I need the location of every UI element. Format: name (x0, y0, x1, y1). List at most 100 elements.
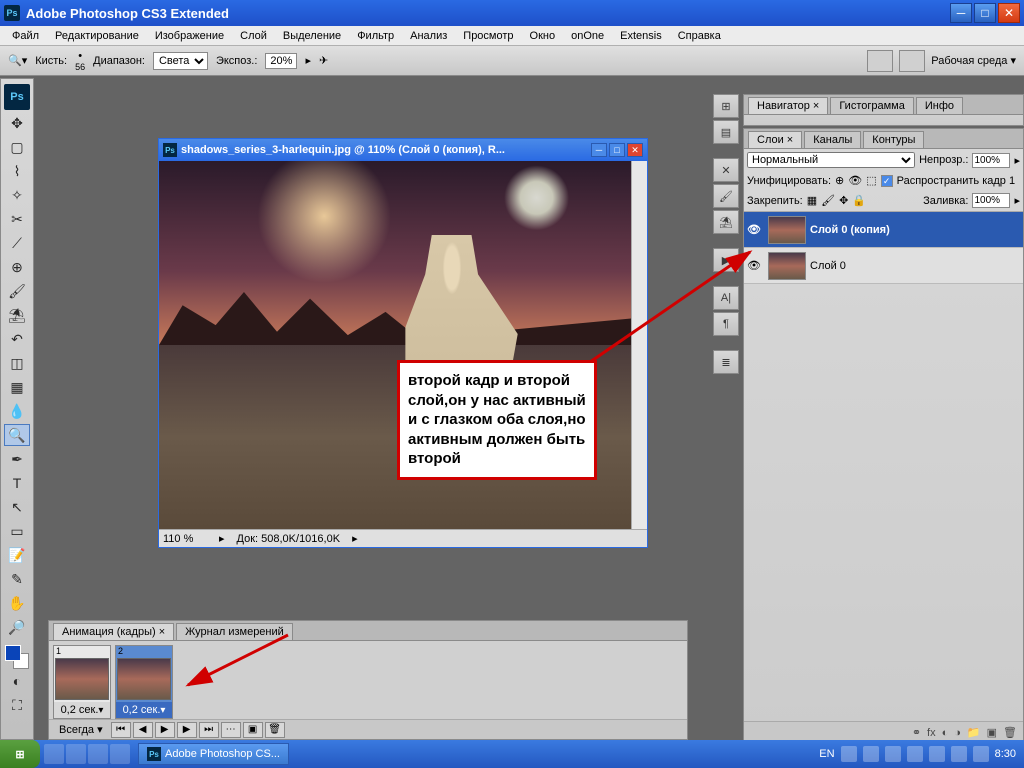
loop-select[interactable]: Всегда ▾ (53, 723, 109, 736)
fill-field[interactable] (972, 193, 1010, 208)
start-button[interactable]: ⊞ (0, 740, 40, 768)
hand-tool[interactable]: ✋ (4, 592, 30, 614)
menu-layer[interactable]: Слой (232, 28, 275, 44)
workspace-icon-button[interactable] (899, 50, 925, 72)
tween-button[interactable]: ⋯ (221, 722, 241, 738)
layer-name[interactable]: Слой 0 (810, 260, 846, 272)
delete-frame-button[interactable]: 🗑 (265, 722, 285, 738)
blend-mode-select[interactable]: Нормальный (747, 152, 915, 168)
unify-style-icon[interactable]: ⬚ (866, 174, 876, 187)
maximize-button[interactable]: □ (974, 3, 996, 23)
frame-delay[interactable]: 0,2 сек.▾ (116, 702, 172, 718)
lock-pixels-icon[interactable]: 🖌 (821, 194, 835, 207)
menu-image[interactable]: Изображение (147, 28, 232, 44)
opacity-field[interactable] (972, 153, 1010, 168)
lasso-tool[interactable]: ⌇ (4, 160, 30, 182)
menu-window[interactable]: Окно (522, 28, 564, 44)
lock-all-icon[interactable]: 🔒 (852, 194, 866, 207)
zoom-tool[interactable]: 🔎 (4, 616, 30, 638)
play-button[interactable]: ▶ (155, 722, 175, 738)
menu-help[interactable]: Справка (670, 28, 729, 44)
language-indicator[interactable]: EN (819, 748, 834, 760)
workspace-dropdown[interactable]: Рабочая среда ▾ (931, 54, 1016, 67)
doc-maximize-button[interactable]: □ (609, 143, 625, 157)
wand-tool[interactable]: ✧ (4, 184, 30, 206)
color-swatches[interactable] (5, 645, 29, 669)
last-frame-button[interactable]: ⏭ (199, 722, 219, 738)
next-frame-button[interactable]: ▶ (177, 722, 197, 738)
dock-clone-icon[interactable]: ⛱ (713, 210, 739, 234)
layer-row[interactable]: 👁 Слой 0 (744, 248, 1023, 284)
menu-file[interactable]: Файл (4, 28, 47, 44)
tab-info[interactable]: Инфо (916, 97, 963, 114)
filebrowser-button[interactable] (867, 50, 893, 72)
exposure-arrow-icon[interactable]: ▸ (305, 54, 311, 67)
group-icon[interactable]: 📁 (967, 726, 981, 739)
quicklaunch-icon[interactable] (110, 744, 130, 764)
adjustment-layer-icon[interactable]: ◑ (954, 727, 961, 739)
layer-mask-icon[interactable]: ◐ (942, 727, 949, 739)
unify-position-icon[interactable]: ⊕ (835, 174, 844, 187)
quicklaunch-icon[interactable] (66, 744, 86, 764)
layer-row[interactable]: 👁 Слой 0 (копия) (744, 212, 1023, 248)
dock-brushes-icon[interactable]: 🖌 (713, 184, 739, 208)
close-button[interactable]: ✕ (998, 3, 1020, 23)
exposure-field[interactable]: 20% (265, 53, 297, 69)
crop-tool[interactable]: ✂ (4, 208, 30, 230)
eyedropper-tool[interactable]: ✎ (4, 568, 30, 590)
move-tool[interactable]: ✥ (4, 112, 30, 134)
type-tool[interactable]: T (4, 472, 30, 494)
docinfo-arrow-icon[interactable]: ▸ (352, 532, 358, 545)
layer-thumbnail[interactable] (768, 252, 806, 280)
quicklaunch-icon[interactable] (44, 744, 64, 764)
tab-layers[interactable]: Слои × (748, 131, 802, 148)
doc-close-button[interactable]: ✕ (627, 143, 643, 157)
menu-edit[interactable]: Редактирование (47, 28, 147, 44)
unify-visibility-icon[interactable]: 👁 (848, 174, 862, 187)
tray-icon[interactable] (885, 746, 901, 762)
first-frame-button[interactable]: ⏮ (111, 722, 131, 738)
menu-analysis[interactable]: Анализ (402, 28, 455, 44)
fill-arrow-icon[interactable]: ▸ (1014, 194, 1020, 207)
doc-info[interactable]: Док: 508,0K/1016,0K (225, 533, 353, 545)
menu-select[interactable]: Выделение (275, 28, 349, 44)
frame-delay[interactable]: 0,2 сек.▾ (54, 702, 110, 718)
history-brush-tool[interactable]: ↶ (4, 328, 30, 350)
gradient-tool[interactable]: ▦ (4, 376, 30, 398)
tray-icon[interactable] (929, 746, 945, 762)
tray-icon[interactable] (951, 746, 967, 762)
tab-navigator[interactable]: Навигатор × (748, 97, 828, 114)
screenmode-tool[interactable]: ⛶ (4, 694, 30, 716)
document-header[interactable]: Ps shadows_series_3-harlequin.jpg @ 110%… (159, 139, 647, 161)
opacity-arrow-icon[interactable]: ▸ (1014, 154, 1020, 167)
tray-volume-icon[interactable] (907, 746, 923, 762)
layer-style-icon[interactable]: fx (927, 727, 936, 739)
layer-name[interactable]: Слой 0 (копия) (810, 224, 890, 236)
visibility-icon[interactable]: 👁 (744, 223, 764, 236)
animation-frame[interactable]: 1 0,2 сек.▾ (53, 645, 111, 719)
menu-extensis[interactable]: Extensis (612, 28, 670, 44)
menu-view[interactable]: Просмотр (455, 28, 521, 44)
brush-tool[interactable]: 🖌 (4, 280, 30, 302)
animation-frame[interactable]: 2 0,2 сек.▾ (115, 645, 173, 719)
dock-navigator-icon[interactable]: ⊞ (713, 94, 739, 118)
tab-histogram[interactable]: Гистограмма (830, 97, 914, 114)
propagate-checkbox[interactable]: ✓ (881, 175, 893, 187)
zoom-field[interactable]: 110 % (159, 533, 219, 545)
foreground-color[interactable] (5, 645, 21, 661)
tray-icon[interactable] (973, 746, 989, 762)
taskbar-app-button[interactable]: Ps Adobe Photoshop CS... (138, 743, 289, 765)
prev-frame-button[interactable]: ◀ (133, 722, 153, 738)
lock-transparent-icon[interactable]: ▦ (807, 194, 817, 207)
notes-tool[interactable]: 📝 (4, 544, 30, 566)
menu-onone[interactable]: onOne (563, 28, 612, 44)
blur-tool[interactable]: 💧 (4, 400, 30, 422)
frame-thumbnail[interactable] (55, 658, 109, 700)
delete-layer-icon[interactable]: 🗑 (1003, 726, 1017, 739)
dodge-tool[interactable]: 🔍 (4, 424, 30, 446)
clock[interactable]: 8:30 (995, 748, 1016, 760)
menu-filter[interactable]: Фильтр (349, 28, 402, 44)
tool-preset-icon[interactable]: 🔍▾ (8, 54, 27, 67)
tab-paths[interactable]: Контуры (863, 131, 924, 148)
new-frame-button[interactable]: ▣ (243, 722, 263, 738)
